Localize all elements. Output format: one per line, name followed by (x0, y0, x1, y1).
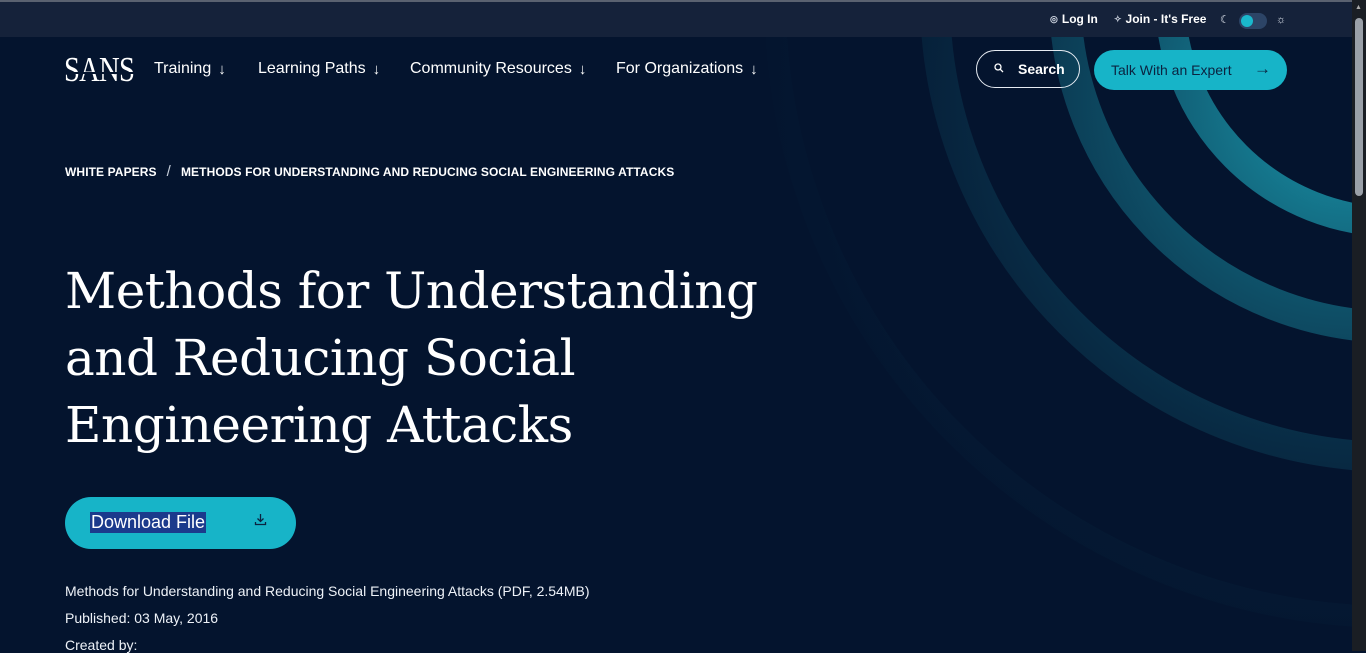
breadcrumb: WHITE PAPERS / METHODS FOR UNDERSTANDING… (65, 163, 674, 180)
talk-with-expert-button[interactable]: Talk With an Expert → (1094, 50, 1287, 90)
expert-label: Talk With an Expert (1111, 62, 1232, 78)
search-label: Search (1018, 61, 1065, 77)
breadcrumb-separator: / (166, 163, 171, 180)
breadcrumb-current: METHODS FOR UNDERSTANDING AND REDUCING S… (180, 164, 675, 179)
arrow-down-icon: ↓ (218, 60, 226, 78)
arrow-down-icon: ↓ (578, 60, 587, 78)
user-circle-icon: ◎ (1050, 13, 1058, 24)
nav-label: For Organizations (616, 60, 744, 77)
nav-label: Community Resources (410, 60, 572, 77)
arrow-down-icon: ↓ (372, 60, 381, 78)
nav-label: Training (154, 60, 212, 77)
nav-training[interactable]: Training ↓ (154, 60, 226, 78)
login-label: Log In (1061, 12, 1098, 26)
page-scrollbar[interactable]: ▲ (1352, 0, 1366, 651)
nav-label: Learning Paths (258, 60, 366, 77)
join-link[interactable]: ✧ Join - It's Free (1114, 12, 1206, 26)
page-title: Methods for Understanding and Reducing S… (65, 262, 758, 454)
sans-logo[interactable]: SANS (64, 52, 136, 87)
nav-learning-paths[interactable]: Learning Paths ↓ (258, 60, 380, 78)
moon-icon: ☾ (1220, 14, 1230, 26)
login-link[interactable]: ◎ Log In (1050, 12, 1098, 26)
search-button[interactable]: Search (976, 50, 1080, 88)
download-file-button[interactable]: Download File (65, 497, 296, 549)
nav-for-organizations[interactable]: For Organizations ↓ (616, 60, 758, 78)
join-label: Join - It's Free (1125, 12, 1207, 26)
scrollbar-thumb[interactable] (1355, 18, 1363, 196)
nav-community-resources[interactable]: Community Resources ↓ (410, 60, 586, 78)
toggle-knob (1241, 15, 1253, 27)
download-label: Download File (90, 512, 207, 533)
file-info: Methods for Understanding and Reducing S… (65, 583, 590, 599)
search-icon (994, 62, 1004, 76)
arrow-right-icon: → (1254, 59, 1271, 78)
sun-icon: ☼ (1276, 14, 1287, 26)
published-date: Published: 03 May, 2016 (65, 610, 219, 626)
sparkle-icon: ✧ (1114, 13, 1122, 24)
scroll-up-icon[interactable]: ▲ (1355, 4, 1362, 11)
download-icon (254, 513, 267, 530)
arrow-down-icon: ↓ (750, 60, 758, 78)
breadcrumb-parent[interactable]: WHITE PAPERS (65, 165, 157, 179)
utility-bar: ◎ Log In ✧ Join - It's Free ☾ ☼ (0, 2, 1352, 37)
logo-stripe (64, 72, 136, 74)
theme-toggle[interactable] (1239, 13, 1267, 29)
logo-text: SANS (64, 50, 135, 89)
